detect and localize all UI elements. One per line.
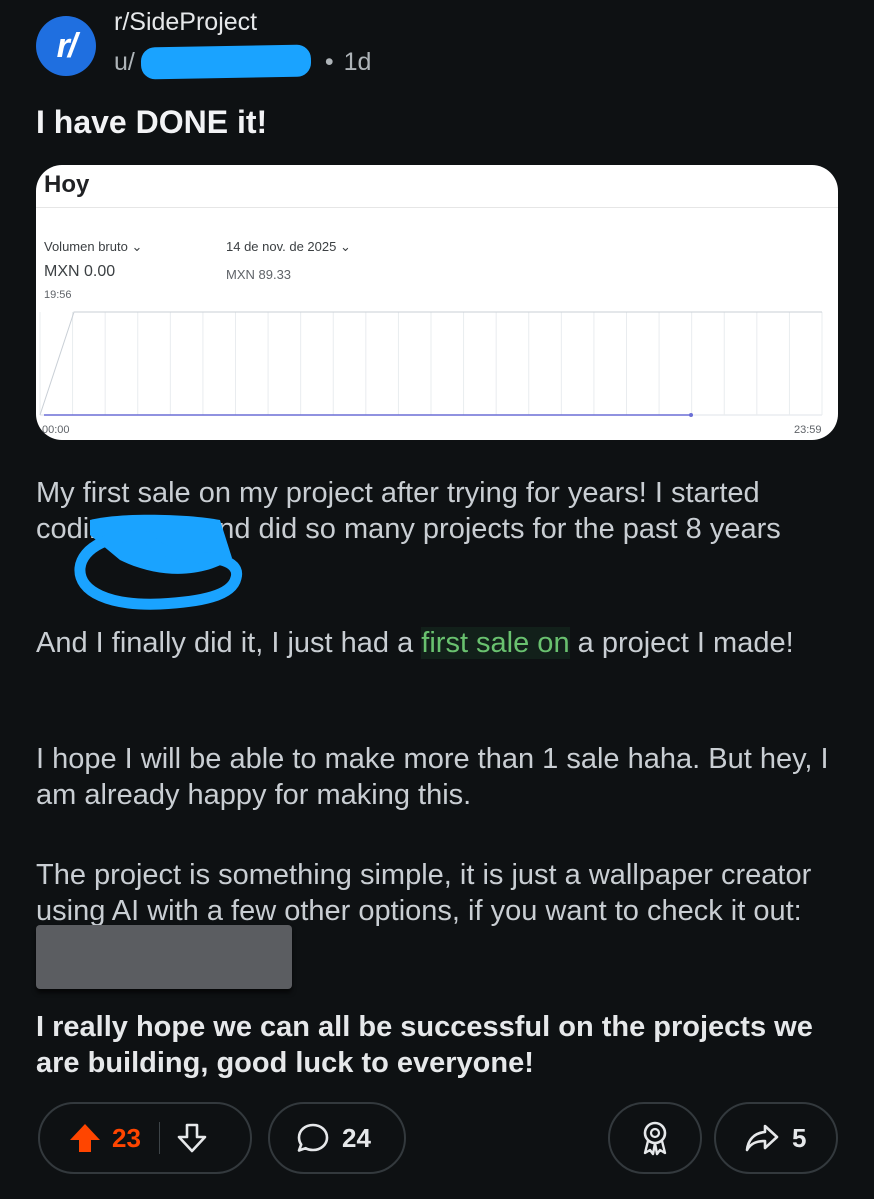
comment-count: 24: [342, 1122, 371, 1153]
metric1-value: MXN 0.00: [44, 263, 116, 280]
share-count: 5: [792, 1122, 807, 1153]
body-paragraph-4: The project is something simple, it is j…: [36, 857, 836, 989]
upvote-arrow-icon[interactable]: [68, 1122, 102, 1154]
subreddit-name[interactable]: r/SideProject: [114, 8, 257, 37]
post-meta: u/ • 1d: [114, 44, 372, 80]
body-paragraph-2: And I finally did it, I just had a first…: [36, 625, 836, 661]
body-paragraph-3: I hope I will be able to make more than …: [36, 743, 829, 811]
post-title: I have DONE it!: [36, 104, 268, 140]
p2-text-after: a project I made!: [569, 627, 794, 659]
subreddit-avatar[interactable]: r/: [36, 16, 96, 76]
share-arrow-icon: [744, 1122, 780, 1154]
x-start-label: 00:00: [42, 424, 70, 436]
award-button[interactable]: [608, 1102, 702, 1174]
comment-bubble-icon: [296, 1122, 330, 1154]
post-image[interactable]: Hoy Volumen bruto ⌄ MXN 0.00 19:56 14 de…: [36, 165, 838, 440]
today-point: [689, 413, 693, 417]
username-redaction: [140, 44, 312, 80]
vote-control: 23: [38, 1102, 252, 1174]
metric1-time: 19:56: [44, 289, 72, 301]
x-end-label: 23:59: [794, 424, 822, 436]
link-redaction: [36, 925, 292, 989]
metric2-value: MXN 89.33: [226, 267, 292, 282]
share-button[interactable]: 5: [714, 1102, 838, 1174]
metric1-label: Volumen bruto ⌄: [44, 239, 143, 254]
sales-chart: 00:00 23:59: [39, 311, 823, 436]
metric2-label: 14 de nov. de 2025 ⌄: [226, 239, 351, 254]
p2-text-before: And I finally did it, I just had a: [36, 627, 422, 659]
comments-button[interactable]: 24: [268, 1102, 406, 1174]
meta-separator: •: [324, 47, 334, 76]
post-age: 1d: [343, 47, 372, 76]
award-icon: [639, 1120, 671, 1156]
body-paragraph-1: My first sale on my project after trying…: [36, 477, 781, 545]
chart-grid: [39, 312, 823, 416]
image-divider: [36, 207, 838, 208]
highlighted-text: first sale on: [421, 627, 570, 659]
downvote-arrow-icon[interactable]: [176, 1122, 208, 1154]
vote-count: 23: [112, 1122, 141, 1153]
image-title: Hoy: [44, 171, 90, 198]
vote-divider: [158, 1122, 160, 1154]
body-paragraph-5: I really hope we can all be successful o…: [36, 1011, 813, 1079]
username-prefix[interactable]: u/: [114, 48, 135, 77]
p4-text: The project is something simple, it is j…: [36, 859, 812, 927]
